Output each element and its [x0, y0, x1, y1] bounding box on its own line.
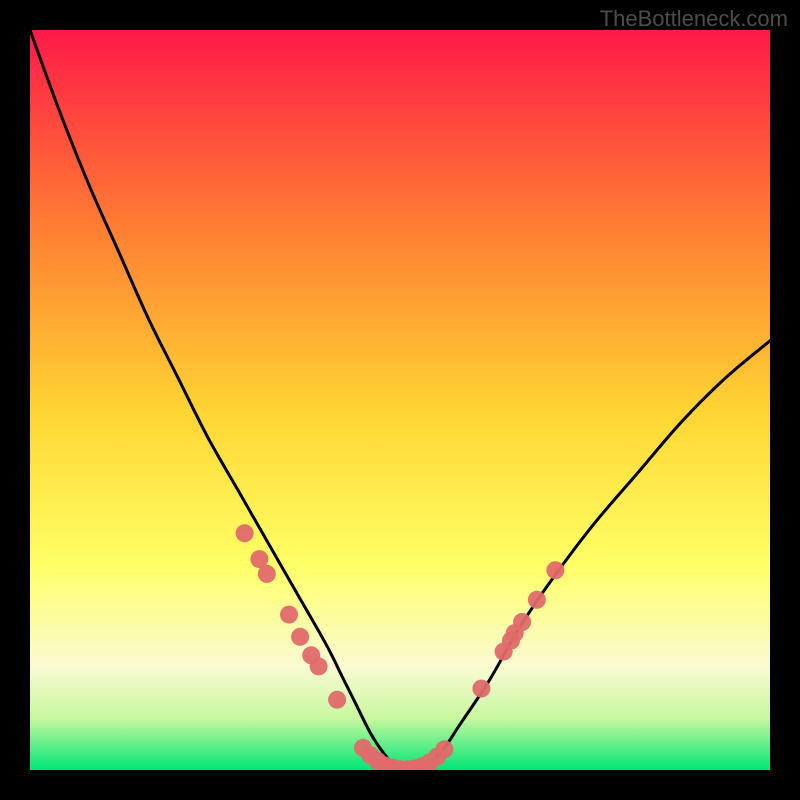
- curve-marker: [513, 613, 531, 631]
- bottleneck-chart: [30, 30, 770, 770]
- chart-frame: TheBottleneck.com: [0, 0, 800, 800]
- curve-marker: [546, 561, 564, 579]
- gradient-background: [30, 30, 770, 770]
- plot-area: [30, 30, 770, 770]
- curve-marker: [528, 591, 546, 609]
- curve-marker: [236, 524, 254, 542]
- curve-marker: [291, 628, 309, 646]
- curve-marker: [258, 565, 276, 583]
- curve-marker: [328, 691, 346, 709]
- curve-marker: [310, 657, 328, 675]
- curve-marker: [435, 740, 453, 758]
- attribution-label: TheBottleneck.com: [600, 6, 788, 32]
- curve-marker: [472, 680, 490, 698]
- curve-marker: [280, 606, 298, 624]
